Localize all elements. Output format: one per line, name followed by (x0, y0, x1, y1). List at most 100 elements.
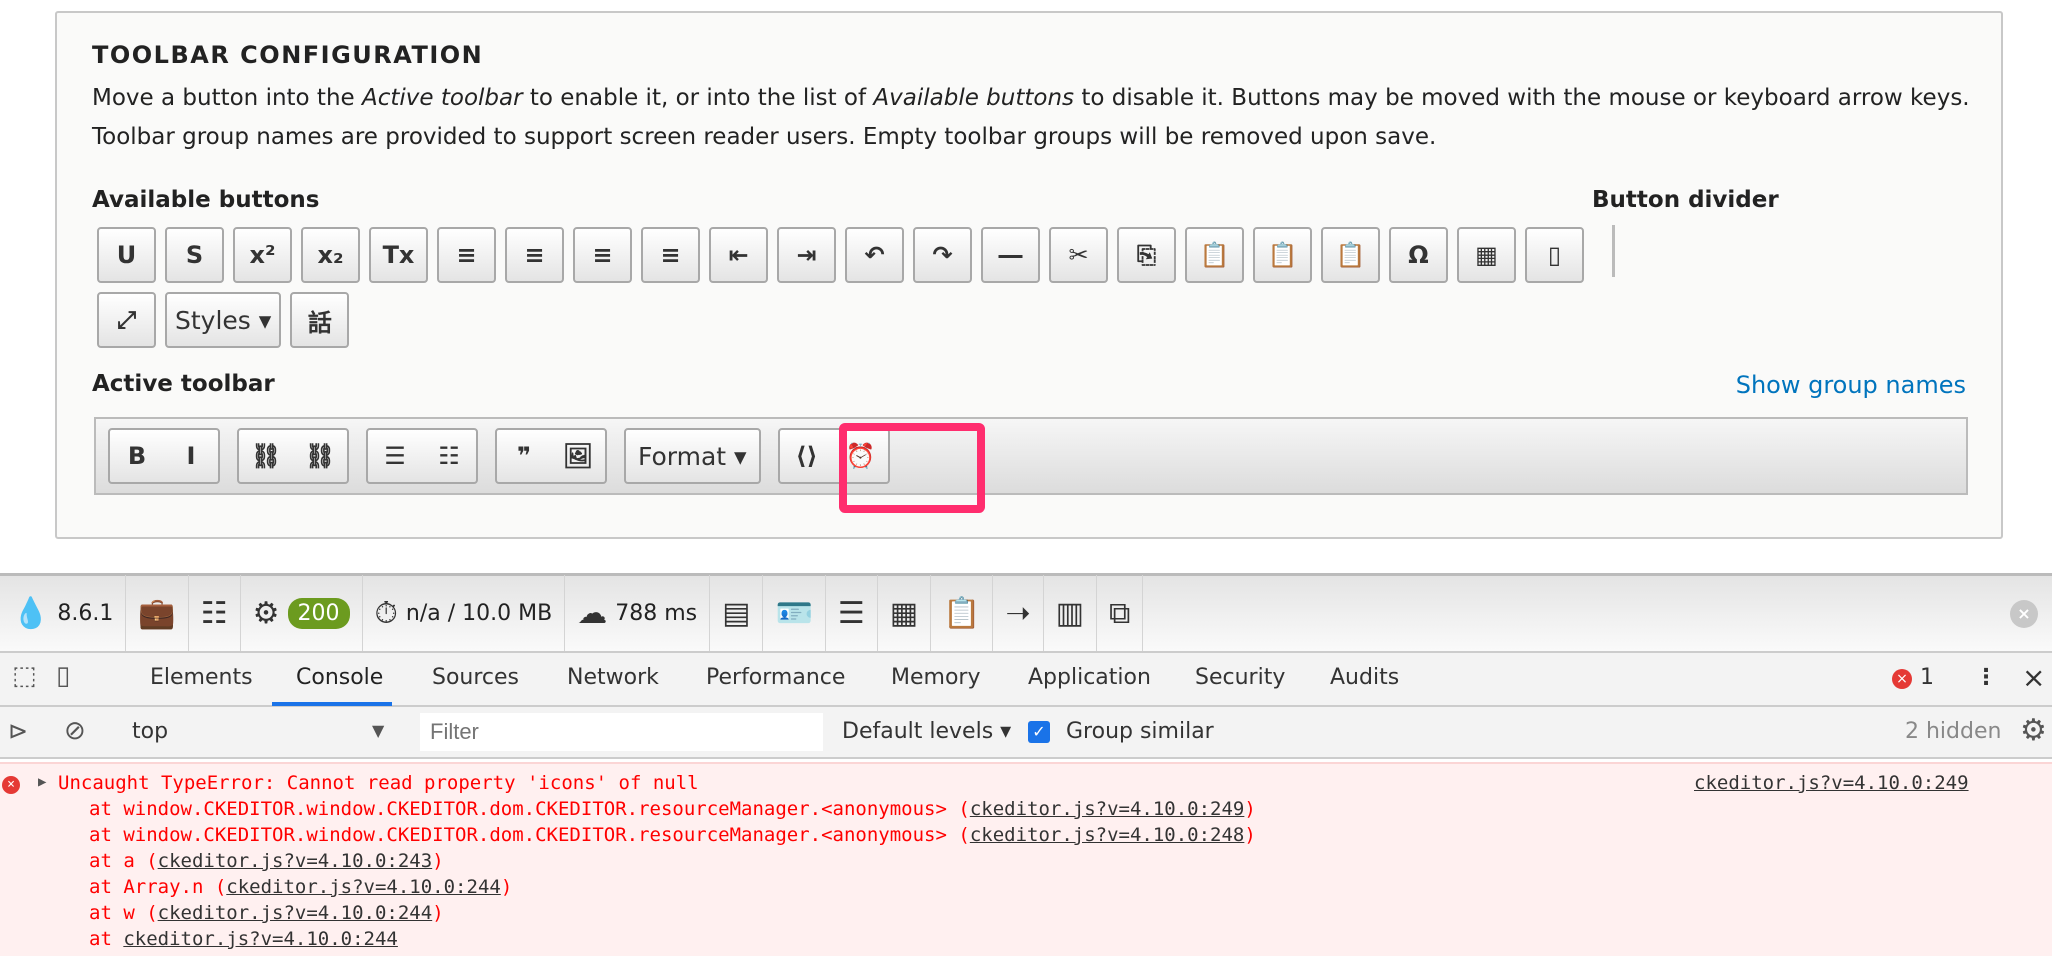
available-button[interactable]: 📋 (1185, 227, 1244, 283)
frame-text: at window.CKEDITOR.window.CKEDITOR.dom.C… (89, 824, 970, 846)
error-source-link[interactable]: ckeditor.js?v=4.10.0:249 (1694, 772, 1969, 794)
list-icon[interactable]: ☰ (826, 574, 878, 653)
more-menu-icon[interactable]: ⋮ (1975, 665, 1997, 690)
tab-network[interactable]: Network (567, 665, 659, 690)
available-button[interactable]: 📋 (1253, 227, 1312, 283)
available-button[interactable]: x₂ (301, 227, 360, 283)
memory-info[interactable]: ⏱ n/a / 10.0 MB (363, 574, 566, 653)
error-count[interactable]: 1 (1920, 665, 1934, 690)
close-devtools-icon[interactable]: × (2022, 661, 2045, 694)
available-button[interactable]: ≡ (573, 227, 632, 283)
active-button[interactable]: 🖼 (551, 430, 605, 482)
frame-link[interactable]: ckeditor.js?v=4.10.0:243 (158, 850, 433, 872)
show-group-names-link[interactable]: Show group names (1736, 371, 1966, 399)
available-button[interactable]: ⇥ (777, 227, 836, 283)
active-tab-indicator (272, 702, 392, 706)
frame-link[interactable]: ckeditor.js?v=4.10.0:249 (970, 798, 1245, 820)
inspect-element-icon[interactable]: ⬚ (12, 661, 37, 691)
tab-security[interactable]: Security (1195, 665, 1285, 690)
frame-text: ) (500, 876, 513, 898)
desc-text: to enable it, or into the list of (522, 85, 874, 111)
available-button[interactable]: ⇤ (709, 227, 768, 283)
active-button[interactable]: I (164, 430, 218, 482)
frame-link[interactable]: ckeditor.js?v=4.10.0:244 (123, 928, 398, 950)
clipboard-icon[interactable]: 📋 (931, 574, 994, 653)
desc-text: Move a button into the (92, 85, 362, 111)
device-toolbar-icon[interactable]: ▯ (56, 661, 70, 691)
available-button[interactable]: ↷ (913, 227, 972, 283)
button-divider[interactable] (1612, 225, 1615, 277)
available-button[interactable]: Styles ▾ (165, 292, 282, 348)
gear-icon[interactable]: ⚙ (2020, 713, 2047, 748)
tab-elements[interactable]: Elements (150, 665, 253, 690)
active-button[interactable]: ⟨⟩ (780, 430, 834, 482)
code-window-icon[interactable]: ⧉ (1097, 574, 1144, 653)
cache-icon[interactable]: ▥ (1044, 574, 1097, 653)
available-button[interactable]: ⎘ (1117, 227, 1176, 283)
available-button[interactable]: ▯ (1525, 227, 1584, 283)
context-select[interactable]: top (132, 719, 168, 744)
frame-link[interactable]: ckeditor.js?v=4.10.0:248 (970, 824, 1245, 846)
database-icon[interactable]: ▤ (710, 574, 764, 653)
event-icon[interactable]: ➝ (993, 574, 1044, 653)
tab-sources[interactable]: Sources (432, 665, 519, 690)
available-button[interactable]: ≡ (437, 227, 496, 283)
stack-frame: at a (ckeditor.js?v=4.10.0:243) (89, 850, 444, 872)
available-button[interactable]: Ω (1389, 227, 1448, 283)
group-similar-checkbox[interactable]: ✓ (1028, 721, 1050, 743)
active-button[interactable]: ❞ (497, 430, 551, 482)
available-button[interactable]: ↶ (845, 227, 904, 283)
available-button[interactable]: ✂ (1049, 227, 1108, 283)
frame-link[interactable]: ckeditor.js?v=4.10.0:244 (158, 902, 433, 924)
user-card-icon[interactable]: 🪪 (763, 574, 826, 653)
close-toolbar-icon[interactable]: × (2010, 599, 2038, 628)
briefcase-icon[interactable]: 💼 (126, 574, 189, 653)
error-icon[interactable]: × (1892, 669, 1912, 689)
sidebar-toggle-icon[interactable]: ⊳ (8, 717, 28, 745)
hidden-count: 2 hidden (1905, 719, 2002, 744)
toolbar-group: ☰ ☷ (366, 428, 478, 484)
available-button[interactable]: ⤢ (97, 292, 156, 348)
drupal-version[interactable]: 💧 8.6.1 (0, 574, 127, 653)
available-button[interactable]: 話 (290, 292, 350, 348)
desc-em: Active toolbar (362, 85, 523, 111)
available-button[interactable]: ― (981, 227, 1040, 283)
expand-triangle-icon[interactable]: ▶ (38, 774, 46, 790)
layout-icon[interactable]: ▦ (878, 574, 932, 653)
tab-application[interactable]: Application (1028, 665, 1151, 690)
active-button[interactable]: B (110, 430, 164, 482)
active-button[interactable]: ☷ (422, 430, 476, 482)
time-info[interactable]: ☁ 788 ms (565, 574, 711, 653)
active-button[interactable]: ⛓ (293, 430, 347, 482)
active-button[interactable]: Format ▾ (626, 430, 759, 482)
available-button[interactable]: U (97, 227, 156, 283)
active-toolbar: B I ⛓ ⛓ ☰ ☷ ❞ 🖼 Format ▾ ⟨⟩ ⏰ (94, 417, 1968, 495)
toolbar-configuration-panel: TOOLBAR CONFIGURATION Move a button into… (55, 11, 2003, 539)
frame-link[interactable]: ckeditor.js?v=4.10.0:244 (226, 876, 501, 898)
tab-console[interactable]: Console (296, 665, 383, 690)
available-button[interactable]: ▦ (1457, 227, 1516, 283)
active-button[interactable]: ☰ (368, 430, 422, 482)
tab-memory[interactable]: Memory (891, 665, 980, 690)
tab-performance[interactable]: Performance (706, 665, 845, 690)
chevron-down-icon[interactable]: ▼ (372, 721, 384, 740)
clear-console-icon[interactable]: ⊘ (64, 716, 86, 746)
available-button[interactable]: ≡ (505, 227, 564, 283)
console-toolbar: ⊳ ⊘ top ▼ Default levels ▾ ✓ Group simil… (0, 707, 2052, 759)
toolbar-group: Format ▾ (624, 428, 761, 484)
stack-frame: at window.CKEDITOR.window.CKEDITOR.dom.C… (89, 798, 1256, 820)
sliders-icon[interactable]: ☷ (189, 574, 241, 653)
active-toolbar-label: Active toolbar (92, 371, 275, 397)
available-button[interactable]: x² (233, 227, 292, 283)
available-button[interactable]: 📋 (1321, 227, 1380, 283)
available-button[interactable]: S (165, 227, 224, 283)
active-button[interactable]: ⛓ (239, 430, 293, 482)
stopwatch-icon: ⏱ (374, 596, 398, 631)
default-levels-dropdown[interactable]: Default levels ▾ (842, 719, 1011, 744)
drupal-toolbar: 💧 8.6.1 💼 ☷ ⚙ 200 ⏱ n/a / 10.0 MB ☁ 788 ms ▤… (0, 573, 2052, 653)
filter-input[interactable] (420, 713, 823, 751)
request-status[interactable]: ⚙ 200 (241, 574, 363, 653)
available-button[interactable]: ≡ (641, 227, 700, 283)
tab-audits[interactable]: Audits (1330, 665, 1399, 690)
available-button[interactable]: Tx (369, 227, 428, 283)
